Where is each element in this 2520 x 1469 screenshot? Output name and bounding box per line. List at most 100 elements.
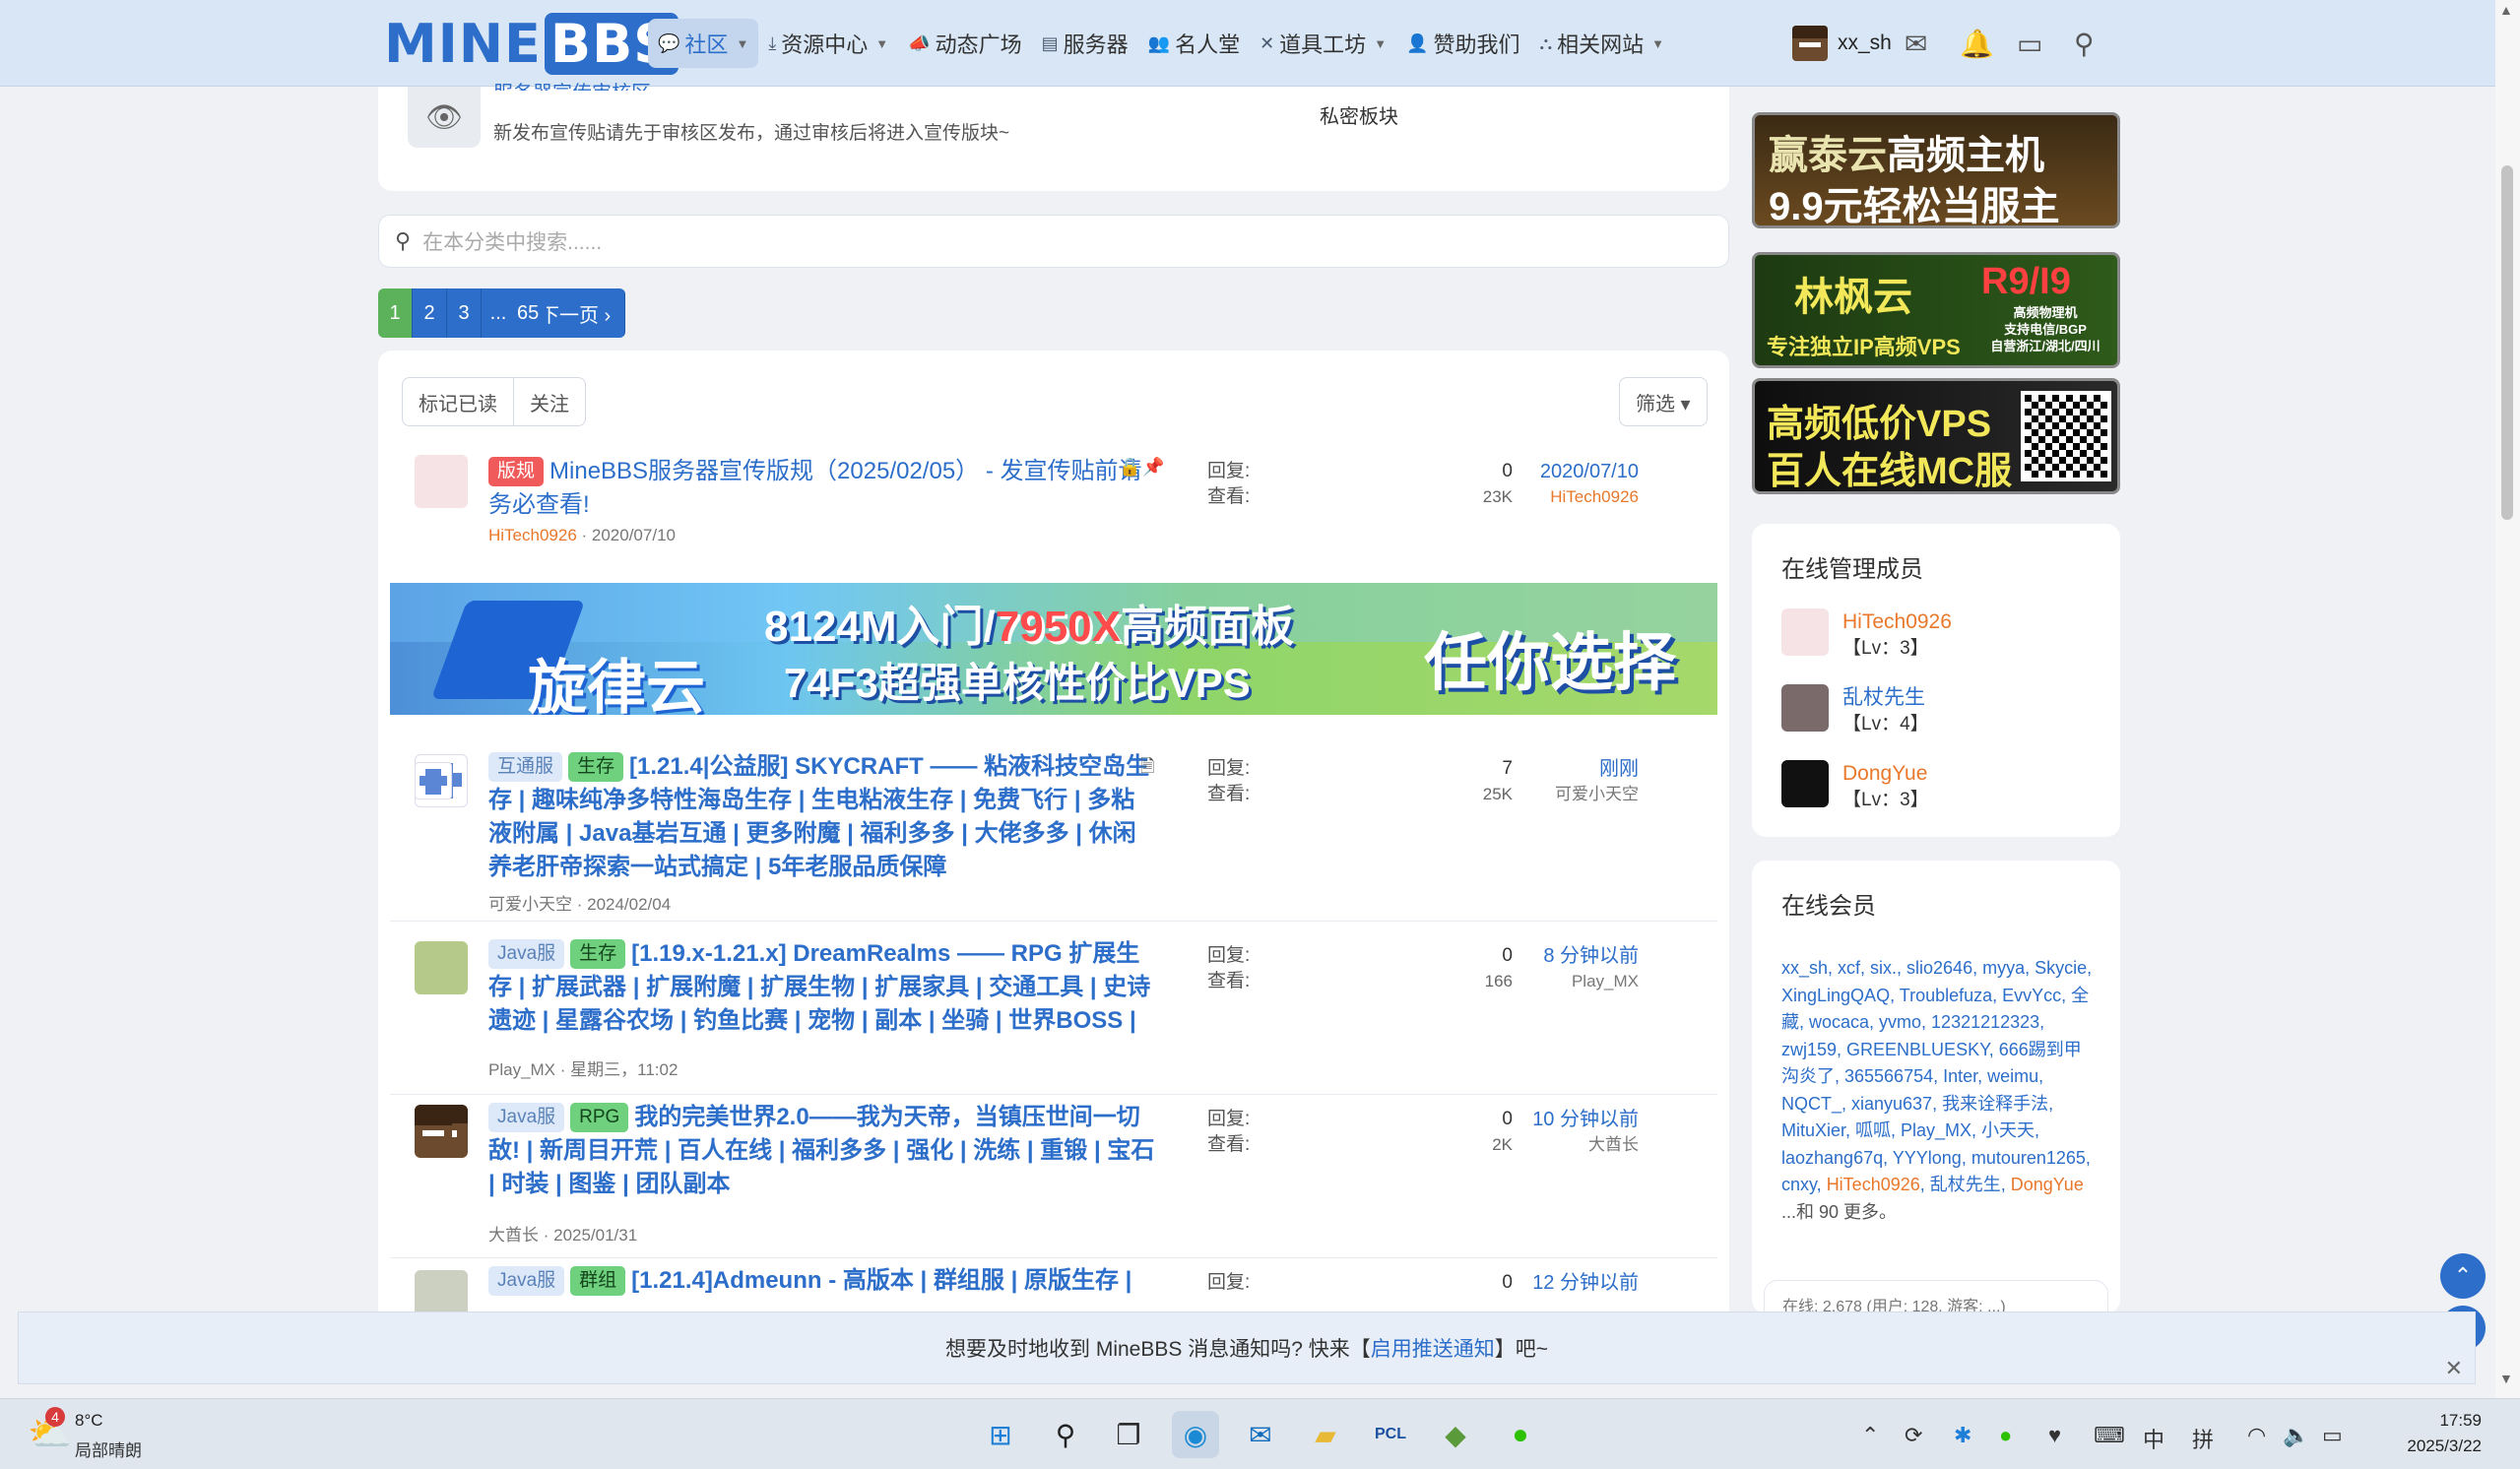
qr-code-icon xyxy=(2021,391,2111,481)
search-icon[interactable]: ⚲ xyxy=(2074,28,2095,60)
page-1[interactable]: 1 xyxy=(378,288,413,338)
app-tray-icon[interactable]: ♥ xyxy=(2048,1423,2061,1448)
thread-row[interactable]: Java服 RPG 我的完美世界2.0——我为天帝，当镇压世间一切敌! | 新周目开… xyxy=(390,1095,1717,1258)
thread-author[interactable]: 可爱小天空 xyxy=(488,895,572,914)
thread-title[interactable]: Java服 群组 [1.21.4]Admeunn - 高版本 | 群组服 | 原版生… xyxy=(488,1264,1158,1298)
file-explorer-icon[interactable]: ▰ xyxy=(1302,1411,1349,1458)
nav-item-resources[interactable]: ⤓ 资源中心 ▼ xyxy=(758,19,898,68)
member-name-staff[interactable]: DongYue xyxy=(2011,1175,2084,1194)
nav-item-servers[interactable]: ▤ 服务器 xyxy=(1032,19,1138,68)
member-name-staff[interactable]: HiTech0926 xyxy=(1827,1175,1920,1194)
search-icon[interactable]: ⚲ xyxy=(1042,1411,1089,1458)
nav-item-hall-of-fame[interactable]: 👥 名人堂 xyxy=(1138,19,1250,68)
windows-start-icon[interactable]: ⊞ xyxy=(977,1411,1024,1458)
forum-node-audit[interactable]: 👁 服务器宣传审核区 新发布宣传贴请先于审核区发布，通过审核后将进入宣传版块~ … xyxy=(378,83,1729,191)
last-post-user[interactable]: 可爱小天空 xyxy=(1555,782,1639,807)
thread-row[interactable]: 互通服 生存 [1.21.4|公益服] SKYCRAFT —— 粘液科技空岛生存 |… xyxy=(390,746,1717,922)
nav-item-community[interactable]: 💬 社区 ▼ xyxy=(648,19,759,68)
views-count: 166 xyxy=(1484,972,1513,990)
mark-read-button[interactable]: 标记已读 xyxy=(402,377,514,426)
scroll-down-arrow-icon[interactable]: ▼ xyxy=(2499,1371,2513,1386)
page-65[interactable]: 65 xyxy=(508,288,548,338)
last-post-date[interactable]: 12 分钟以前 xyxy=(1532,1270,1639,1296)
edge-browser-icon[interactable]: ◉ xyxy=(1172,1411,1219,1458)
last-post[interactable]: 12 分钟以前 xyxy=(1532,1270,1639,1296)
sidebar-ad-3[interactable]: 高频低价VPS 百人在线MC服 xyxy=(1752,378,2120,494)
nav-item-feed[interactable]: 📣 动态广场 xyxy=(898,19,1031,68)
thread-author[interactable]: HiTech0926 xyxy=(488,526,577,544)
replies-label: 回复: xyxy=(1207,1272,1251,1293)
last-post-user[interactable]: HiTech0926 xyxy=(1540,484,1639,510)
wallet-icon[interactable]: ▭ xyxy=(2017,28,2042,60)
staff-name[interactable]: HiTech0926 xyxy=(1842,608,1952,636)
last-post-user[interactable]: 大酋长 xyxy=(1532,1132,1639,1158)
sidebar-ad-2[interactable]: 林枫云 R9/I9 专注独立IP高频VPS 高频物理机 支持电信/BGP 自营浙江/… xyxy=(1752,252,2120,368)
nav-item-donate[interactable]: 👤 赞助我们 xyxy=(1396,19,1529,68)
clock-date[interactable]: 2025/3/22 xyxy=(2373,1437,2482,1456)
bell-icon[interactable]: 🔔 xyxy=(1960,28,1994,60)
enable-push-link[interactable]: 启用推送通知 xyxy=(1371,1333,1495,1363)
scroll-up-arrow-icon[interactable]: ▲ xyxy=(2499,2,2513,18)
last-post-date[interactable]: 10 分钟以前 xyxy=(1532,1107,1639,1132)
member-names[interactable]: , 乱杖先生, xyxy=(1920,1175,2011,1194)
volume-icon[interactable]: 🔈 xyxy=(2283,1423,2309,1448)
last-post[interactable]: 8 分钟以前 Play_MX xyxy=(1543,943,1639,994)
scroll-top-button[interactable]: ⌃ xyxy=(2440,1253,2486,1299)
wifi-icon[interactable]: ◠ xyxy=(2247,1423,2266,1448)
user-menu[interactable]: xx_sh xyxy=(1792,26,1892,61)
staff-member[interactable]: DongYue 【Lv：3】 xyxy=(1781,760,1929,813)
staff-name[interactable]: DongYue xyxy=(1842,760,1929,788)
nav-item-related-sites[interactable]: ⛬ 相关网站 ▼ xyxy=(1530,19,1675,68)
minecraft-icon[interactable]: ◆ xyxy=(1432,1411,1479,1458)
ad-text: 赢泰云 xyxy=(1769,134,1887,177)
follow-button[interactable]: 关注 xyxy=(514,377,586,426)
sync-icon[interactable]: ⟳ xyxy=(1905,1423,1922,1448)
page-3[interactable]: 3 xyxy=(447,288,482,338)
staff-name[interactable]: 乱杖先生 xyxy=(1842,684,1929,712)
member-names[interactable]: xx_sh, xcf, six., slio2646, myya, Skycie… xyxy=(1781,958,2092,1194)
last-post-date[interactable]: 2020/07/10 xyxy=(1540,459,1639,484)
thread-author[interactable]: Play_MX xyxy=(488,1060,555,1079)
scrollbar-thumb[interactable] xyxy=(2501,165,2513,520)
wechat-tray-icon[interactable]: ● xyxy=(1999,1423,2012,1448)
ime-mode[interactable]: 中 xyxy=(2143,1423,2165,1454)
app-tray-icon[interactable]: ✱ xyxy=(1954,1423,1971,1448)
wechat-icon[interactable]: ● xyxy=(1497,1411,1544,1458)
category-search-input[interactable]: ⚲ 在本分类中搜索...... xyxy=(378,215,1729,268)
pcl-launcher-icon[interactable]: PCL xyxy=(1367,1411,1414,1458)
last-post-date[interactable]: 刚刚 xyxy=(1555,756,1639,782)
clock-time[interactable]: 17:59 xyxy=(2393,1411,2482,1431)
battery-icon[interactable]: ▭ xyxy=(2322,1423,2343,1448)
last-post[interactable]: 2020/07/10 HiTech0926 xyxy=(1540,459,1639,510)
member-list[interactable]: xx_sh, xcf, six., slio2646, myya, Skycie… xyxy=(1781,955,2097,1226)
ime-pinyin[interactable]: 拼 xyxy=(2192,1423,2214,1454)
sidebar-ad-1[interactable]: 赢泰云高频主机 9.9元轻松当服主 xyxy=(1752,112,2120,228)
chevron-up-icon[interactable]: ⌃ xyxy=(1861,1423,1879,1448)
last-post[interactable]: 刚刚 可爱小天空 xyxy=(1555,756,1639,807)
close-icon[interactable]: ✕ xyxy=(2445,1356,2463,1381)
task-view-icon[interactable]: ❐ xyxy=(1105,1411,1152,1458)
thread-title[interactable]: Java服 生存 [1.19.x-1.21.x] DreamRealms —— RP… xyxy=(488,937,1158,1038)
page-2[interactable]: 2 xyxy=(413,288,447,338)
thread-author[interactable]: 大酋长 xyxy=(488,1226,539,1245)
node-title[interactable]: 服务器宣传审核区 xyxy=(493,77,651,91)
inbox-icon[interactable]: ✉ xyxy=(1905,28,1927,60)
thread-title[interactable]: Java服 RPG 我的完美世界2.0——我为天帝，当镇压世间一切敌! | 新周目开… xyxy=(488,1101,1158,1201)
replies-label: 回复: xyxy=(1207,945,1251,966)
thread-row[interactable]: Java服 生存 [1.19.x-1.21.x] DreamRealms —— RP… xyxy=(390,931,1717,1095)
thread-title[interactable]: 版规 MineBBS服务器宣传版规（2025/02/05） - 发宣传贴前请务必查… xyxy=(488,455,1158,522)
more-members[interactable]: ...和 90 更多。 xyxy=(1781,1199,2097,1227)
filter-button[interactable]: 筛选 ▾ xyxy=(1619,377,1708,426)
last-post[interactable]: 10 分钟以前 大酋长 xyxy=(1532,1107,1639,1158)
nav-item-tools[interactable]: ✕ 道具工坊 ▼ xyxy=(1250,19,1396,68)
thread-row[interactable]: 版规 MineBBS服务器宣传版规（2025/02/05） - 发宣传贴前请务必查… xyxy=(390,447,1717,565)
staff-member[interactable]: HiTech0926 【Lv：3】 xyxy=(1781,608,1952,662)
banner-ad[interactable]: 旋律云 8124M入门/7950X高频面板 74F3超强单核性价比VPS 任你选… xyxy=(390,583,1717,715)
staff-member[interactable]: 乱杖先生 【Lv：4】 xyxy=(1781,684,1929,737)
outlook-icon[interactable]: ✉ xyxy=(1237,1411,1284,1458)
thread-title[interactable]: 互通服 生存 [1.21.4|公益服] SKYCRAFT —— 粘液科技空岛生存 |… xyxy=(488,750,1158,884)
site-logo[interactable]: MINE BBS xyxy=(384,12,679,75)
keyboard-icon[interactable]: ⌨ xyxy=(2094,1423,2125,1448)
last-post-date[interactable]: 8 分钟以前 xyxy=(1543,943,1639,969)
last-post-user[interactable]: Play_MX xyxy=(1543,969,1639,994)
